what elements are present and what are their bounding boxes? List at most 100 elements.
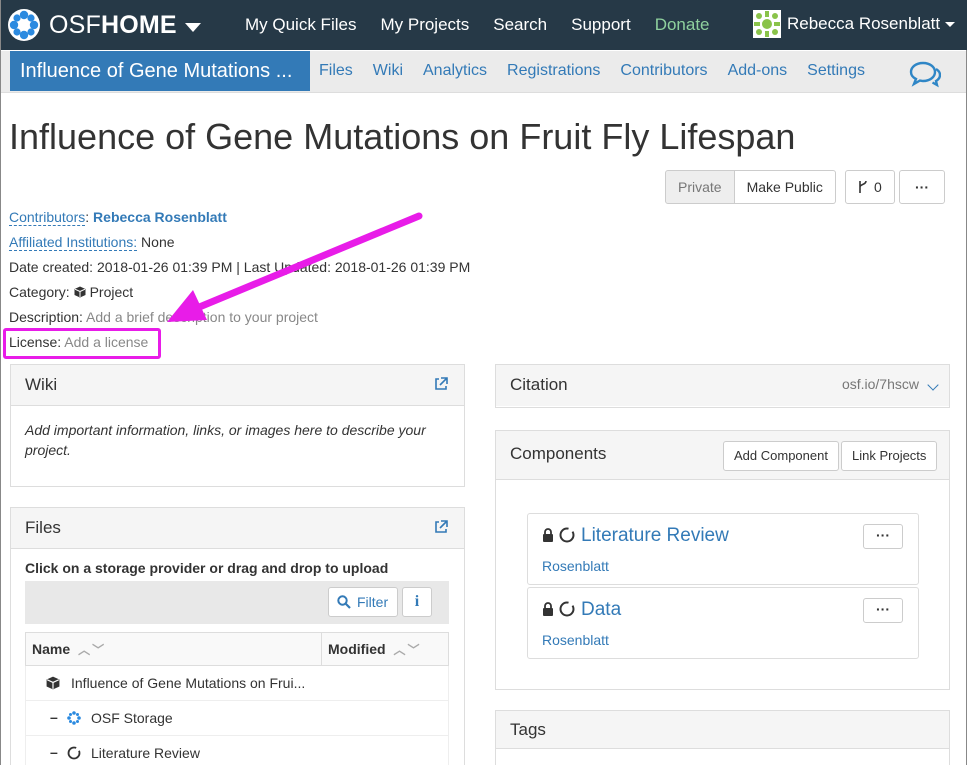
column-divider: [321, 633, 322, 665]
files-panel-title: Files: [25, 518, 61, 537]
make-public-button[interactable]: Make Public: [734, 170, 836, 204]
component-title-link[interactable]: Data: [581, 599, 621, 621]
avatar: [753, 10, 781, 38]
nav-search[interactable]: Search: [481, 15, 559, 35]
more-button-group: ···: [899, 170, 945, 204]
osf-home-brand[interactable]: OSFHOME: [7, 0, 201, 50]
collapse-icon[interactable]: –: [50, 744, 58, 760]
comments-icon[interactable]: [909, 60, 941, 88]
tags-panel-header: Tags: [496, 711, 949, 749]
tab-files[interactable]: Files: [309, 62, 363, 80]
osf-logo-icon: [8, 9, 40, 41]
project-navbar: Influence of Gene Mutations ... Files Wi…: [1, 51, 966, 93]
category-label: Category:: [9, 284, 70, 300]
components-panel: Components Add Component Link Projects L…: [495, 430, 950, 690]
search-icon: [337, 595, 351, 609]
description-line: Description: Add a brief description to …: [9, 309, 318, 325]
file-row[interactable]: Influence of Gene Mutations on Frui...: [25, 666, 449, 701]
osf-storage-icon: [67, 711, 81, 725]
wiki-panel-title: Wiki: [25, 375, 58, 394]
wiki-placeholder[interactable]: Add important information, links, or ima…: [11, 406, 464, 474]
more-options-button[interactable]: ···: [899, 170, 945, 204]
tab-contributors[interactable]: Contributors: [610, 62, 717, 80]
institutions-line: Affiliated Institutions: None: [9, 234, 175, 251]
component-options-button[interactable]: ···: [863, 524, 903, 549]
file-row[interactable]: – Literature Review: [25, 736, 449, 765]
nav-support[interactable]: Support: [559, 15, 643, 35]
nav-my-projects[interactable]: My Projects: [368, 15, 481, 35]
column-name[interactable]: Name ︿﹀: [32, 641, 106, 658]
file-row-name: OSF Storage: [91, 710, 173, 726]
contributors-label[interactable]: Contributors: [9, 209, 86, 226]
topnav-links: My Quick Files My Projects Search Suppor…: [233, 0, 722, 50]
category-line: Category: Project: [9, 284, 133, 300]
cube-icon: [74, 286, 86, 298]
files-toolbar: Filter i: [25, 581, 449, 624]
caret-down-icon: [945, 21, 956, 27]
citation-panel-header: Citation osf.io/7hscw: [496, 365, 949, 406]
tab-settings[interactable]: Settings: [797, 62, 875, 80]
component-author-link[interactable]: Rosenblatt: [542, 558, 609, 574]
component-title-link[interactable]: Literature Review: [581, 525, 729, 547]
lock-icon: [543, 602, 553, 616]
cube-icon: [46, 676, 60, 690]
page-title: Influence of Gene Mutations on Fruit Fly…: [9, 116, 796, 157]
component-options-button[interactable]: ···: [863, 598, 903, 623]
private-button[interactable]: Private: [665, 170, 735, 204]
file-row-name: Literature Review: [91, 745, 200, 761]
description-value[interactable]: Add a brief description to your project: [86, 309, 318, 325]
fork-button-group: 0: [845, 170, 895, 204]
citation-url: osf.io/7hscw: [841, 376, 919, 392]
info-button[interactable]: i: [402, 587, 432, 617]
component-card: Literature Review Rosenblatt ···: [527, 513, 919, 585]
collapse-icon[interactable]: –: [50, 709, 58, 725]
wiki-panel-header: Wiki: [11, 365, 464, 406]
category-value: Project: [89, 284, 134, 300]
wiki-panel: Wiki Add important information, links, o…: [10, 364, 465, 487]
user-menu[interactable]: Rebecca Rosenblatt: [753, 10, 956, 38]
external-link-icon[interactable]: [434, 377, 448, 391]
tab-registrations[interactable]: Registrations: [497, 62, 610, 80]
citation-panel-title: Citation: [510, 375, 568, 394]
fork-button[interactable]: 0: [845, 170, 895, 204]
files-panel-header: Files: [11, 508, 464, 549]
institutions-value: None: [141, 234, 175, 250]
files-table: Name ︿﹀ Modified ︿﹀ Influence of Gene Muta…: [25, 632, 449, 765]
contributors-line: Contributors: Rebecca Rosenblatt: [9, 209, 227, 226]
component-author-link[interactable]: Rosenblatt: [542, 632, 609, 648]
institutions-label[interactable]: Affiliated Institutions:: [9, 234, 138, 251]
filter-button[interactable]: Filter: [328, 587, 398, 617]
tags-panel: Tags: [495, 710, 950, 765]
chevron-down-icon[interactable]: [927, 379, 939, 391]
add-component-button[interactable]: Add Component: [723, 441, 839, 471]
contributor-link[interactable]: Rebecca Rosenblatt: [93, 209, 227, 225]
top-navbar: OSFHOME My Quick Files My Projects Searc…: [1, 0, 967, 50]
file-row-name: Influence of Gene Mutations on Frui...: [71, 675, 306, 691]
component-circle-icon: [67, 746, 81, 760]
filter-label: Filter: [357, 594, 389, 610]
dates-line: Date created: 2018-01-26 01:39 PM | Last…: [9, 259, 471, 275]
tab-analytics[interactable]: Analytics: [413, 62, 497, 80]
description-label: Description:: [9, 309, 83, 325]
nav-my-quick-files[interactable]: My Quick Files: [233, 15, 368, 35]
privacy-button-group: Private Make Public: [665, 170, 836, 204]
column-modified[interactable]: Modified ︿﹀: [328, 641, 422, 658]
component-circle-icon: [559, 601, 575, 617]
tab-wiki[interactable]: Wiki: [363, 62, 413, 80]
files-panel: Files Click on a storage provider or dra…: [10, 507, 465, 765]
project-title-tab[interactable]: Influence of Gene Mutations ...: [10, 51, 310, 91]
sort-arrows-icon[interactable]: ︿﹀: [78, 641, 106, 658]
license-highlight-box: [3, 328, 161, 359]
external-link-icon[interactable]: [434, 520, 448, 534]
sort-arrows-icon[interactable]: ︿﹀: [394, 641, 422, 658]
files-table-header: Name ︿﹀ Modified ︿﹀: [25, 632, 449, 666]
user-name: Rebecca Rosenblatt: [787, 14, 941, 33]
link-projects-button[interactable]: Link Projects: [841, 441, 938, 471]
fork-count: 0: [874, 179, 882, 195]
components-panel-header: Components Add Component Link Projects: [496, 431, 949, 480]
citation-panel[interactable]: Citation osf.io/7hscw: [495, 364, 950, 408]
file-row[interactable]: – OSF Storage: [25, 701, 449, 736]
tab-add-ons[interactable]: Add-ons: [718, 62, 798, 80]
files-instruction: Click on a storage provider or drag and …: [25, 560, 389, 576]
nav-donate[interactable]: Donate: [643, 15, 722, 35]
